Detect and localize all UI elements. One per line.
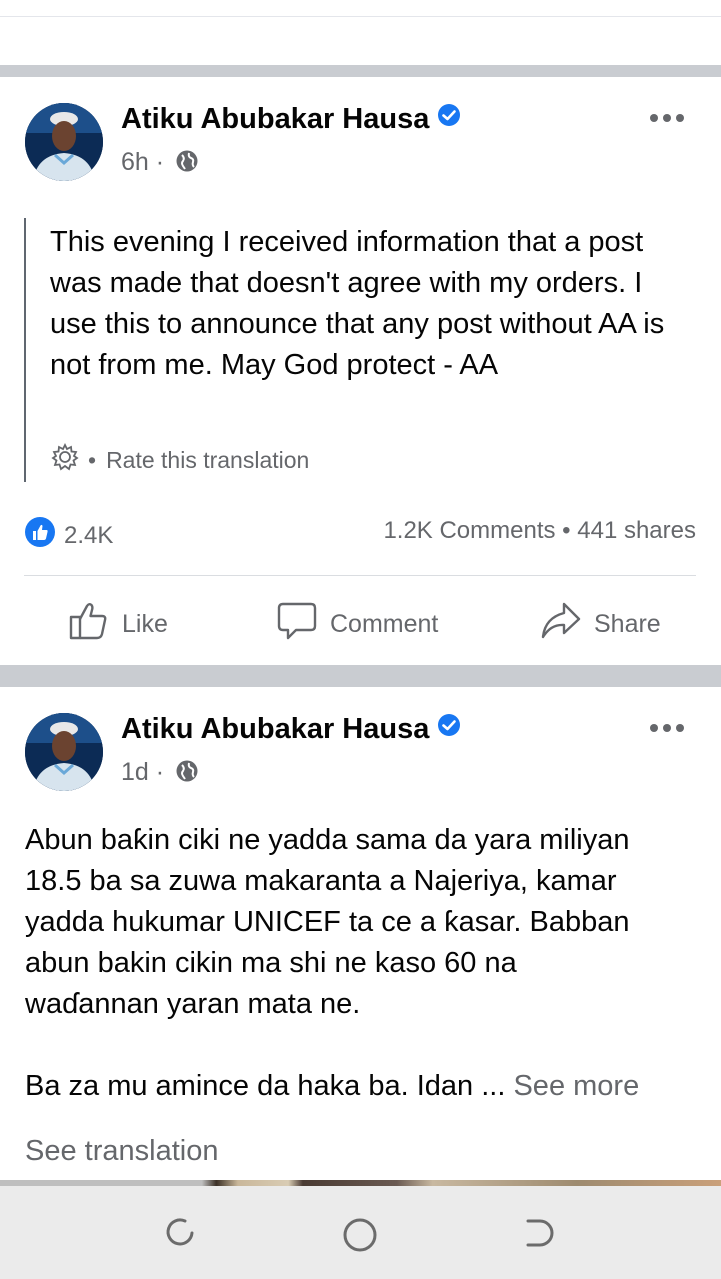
author-avatar[interactable]: [25, 713, 103, 791]
back-icon[interactable]: [522, 1216, 556, 1255]
post-text-line: Abun baƙin ciki ne yadda sama da yara mi…: [25, 824, 630, 856]
post-text-last-line: Ba za mu amince da haka ba. Idan ... See…: [25, 1070, 640, 1102]
post-time[interactable]: 1d: [121, 758, 149, 786]
post-meta: 1d ·: [121, 758, 199, 787]
home-circle-icon[interactable]: [341, 1216, 379, 1259]
post-text-line: 18.5 ba sa zuwa makaranta a Najeriya, ka…: [25, 865, 617, 897]
more-options-icon[interactable]: [650, 722, 684, 734]
meta-separator: ·: [155, 758, 165, 786]
globe-icon: [171, 758, 199, 786]
post-text-line: yadda hukumar UNICEF ta ce a ƙasar. Babb…: [25, 906, 630, 938]
post-text: Abun baƙin ciki ne yadda sama da yara mi…: [25, 820, 705, 1025]
post-text-line: abun bakin cikin ma shi ne kaso 60 na: [25, 947, 517, 979]
post-text-line: waɗannan yaran mata ne.: [25, 988, 361, 1020]
verified-badge-icon: [437, 712, 461, 745]
see-more-link[interactable]: See more: [513, 1070, 639, 1102]
see-translation-link[interactable]: See translation: [25, 1135, 218, 1168]
system-navigation-bar: [0, 1186, 721, 1279]
author-name[interactable]: Atiku Abubakar Hausa: [121, 713, 461, 746]
recent-apps-icon[interactable]: [163, 1216, 197, 1255]
post-card: Atiku Abubakar Hausa 1d · Abun baƙin cik…: [0, 0, 721, 1186]
